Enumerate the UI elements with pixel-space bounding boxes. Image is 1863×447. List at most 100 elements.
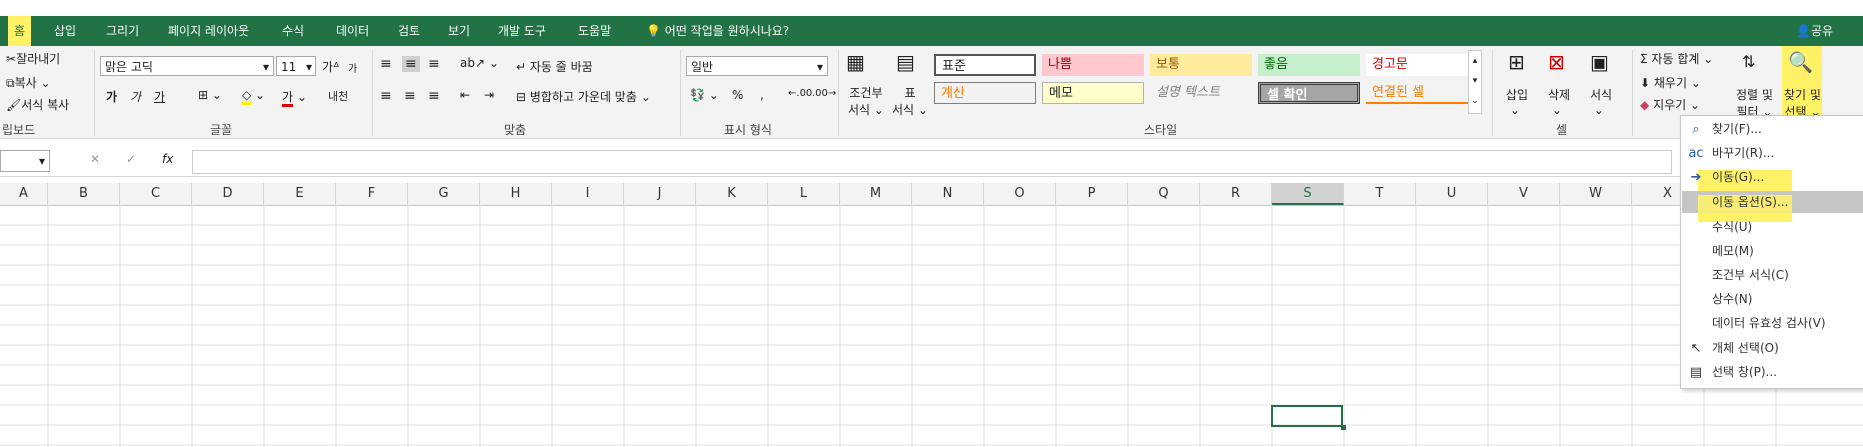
menu-item-conditional-formatting[interactable]: 조건부 서식(C) [1712,264,1789,286]
comma-button[interactable]: , [760,88,764,102]
tab-insert[interactable]: 삽입 [48,16,82,46]
style-warning[interactable]: 경고문 [1366,54,1468,76]
column-header-l[interactable]: L [768,183,840,205]
column-header-w[interactable]: W [1560,183,1632,205]
fill-button[interactable]: ⬇ 채우기 ⌄ [1640,74,1701,91]
style-bad[interactable]: 나쁨 [1042,54,1144,76]
style-check-cell[interactable]: 셀 확인 [1258,82,1360,104]
decrease-decimal-button[interactable]: .00→ [812,88,836,99]
menu-item-select-objects[interactable]: 개체 선택(O) [1712,337,1779,359]
menu-item-selection-pane[interactable]: 선택 창(P)... [1712,361,1777,383]
column-header-g[interactable]: G [408,183,480,205]
align-top-button[interactable]: ≡ [380,56,392,72]
column-header-k[interactable]: K [696,183,768,205]
menu-item-goto-special[interactable]: 이동 옵션(S)... [1712,191,1788,213]
font-color-button[interactable]: 가 ⌄ [282,88,307,107]
column-header-v[interactable]: V [1488,183,1560,205]
grow-font-button[interactable]: 가ᐞ [322,58,340,75]
delete-cells-button[interactable]: 삭제 ⌄ [1548,86,1570,117]
menu-item-replace[interactable]: 바꾸기(R)... [1712,142,1774,164]
phonetic-button[interactable]: 내천 [328,88,348,104]
column-header-a[interactable]: A [0,183,48,205]
decrease-indent-button[interactable]: ⇤ [460,88,470,102]
column-header-f[interactable]: F [336,183,408,205]
column-header-r[interactable]: R [1200,183,1272,205]
increase-indent-button[interactable]: ⇥ [484,88,494,102]
tab-page-layout[interactable]: 페이지 레이아웃 [162,16,255,46]
style-neutral[interactable]: 보통 [1150,54,1252,76]
column-header-m[interactable]: M [840,183,912,205]
menu-item-formulas[interactable]: 수식(U) [1712,216,1752,238]
shrink-font-button[interactable]: 가 [348,60,357,75]
percent-button[interactable]: % [732,88,743,102]
name-box[interactable]: ▾ [0,150,50,172]
copy-button[interactable]: ⧉복사 ⌄ [6,74,51,91]
autosum-button[interactable]: Σ 자동 합계 ⌄ [1640,50,1713,67]
menu-item-comments[interactable]: 메모(M) [1712,240,1754,262]
tab-help[interactable]: 도움말 [572,16,617,46]
tab-review[interactable]: 검토 [392,16,426,46]
font-size-select[interactable]: 11 ▾ [276,56,316,76]
cut-button[interactable]: ✂잘라내기 [6,50,60,67]
column-header-p[interactable]: P [1056,183,1128,205]
align-center-button[interactable]: ≡ [404,88,416,104]
font-name-select[interactable]: 맑은 고딕 ▾ [100,56,274,76]
menu-item-find[interactable]: 찾기(F)... [1712,118,1762,140]
formula-input[interactable] [192,150,1672,174]
menu-item-constants[interactable]: 상수(N) [1712,288,1752,310]
style-explanatory[interactable]: 설명 텍스트 [1150,82,1252,104]
format-as-table-button[interactable]: 표 서식 ⌄ [892,84,928,118]
tab-data[interactable]: 데이터 [330,16,375,46]
share-button[interactable]: 👤공유 [1790,16,1839,46]
align-bottom-button[interactable]: ≡ [428,56,440,72]
column-header-h[interactable]: H [480,183,552,205]
bold-button[interactable]: 가 [106,88,117,105]
style-linked-cell[interactable]: 연결된 셀 [1366,82,1468,104]
accounting-format-button[interactable]: 💱 ⌄ [690,88,719,102]
underline-button[interactable]: 가 [154,88,165,105]
tab-home[interactable]: 홈 [8,16,32,46]
menu-item-data-validation[interactable]: 데이터 유효성 검사(V) [1712,312,1826,334]
column-header-n[interactable]: N [912,183,984,205]
tab-view[interactable]: 보기 [442,16,476,46]
styles-scroll[interactable]: ▴ ▾ ⌄ [1468,50,1482,114]
wrap-text-button[interactable]: ↵ 자동 줄 바꿈 [516,58,593,75]
column-header-e[interactable]: E [264,183,336,205]
insert-cells-button[interactable]: 삽입 ⌄ [1506,86,1528,117]
conditional-format-button[interactable]: 조건부 서식 ⌄ [848,84,884,118]
clear-button[interactable]: ◆ 지우기 ⌄ [1640,96,1700,113]
format-painter-button[interactable]: 🖌서식 복사 [6,96,69,113]
column-header-i[interactable]: I [552,183,624,205]
column-header-j[interactable]: J [624,183,696,205]
active-cell[interactable] [1271,405,1343,427]
merge-center-button[interactable]: ⊟ 병합하고 가운데 맞춤 ⌄ [516,88,651,105]
worksheet-grid[interactable] [0,205,1863,447]
column-header-c[interactable]: C [120,183,192,205]
fill-color-button[interactable]: ◇ ⌄ [242,88,265,105]
column-header-u[interactable]: U [1416,183,1488,205]
format-cells-button[interactable]: 서식 ⌄ [1590,86,1612,117]
column-header-q[interactable]: Q [1128,183,1200,205]
italic-button[interactable]: 가 [130,88,141,105]
increase-decimal-button[interactable]: ←.00 [788,88,812,99]
border-button[interactable]: ⊞ ⌄ [198,88,222,102]
tab-draw[interactable]: 그리기 [100,16,145,46]
cancel-formula-icon[interactable]: ✕ [90,152,100,166]
align-left-button[interactable]: ≡ [380,88,392,104]
number-format-select[interactable]: 일반 ▾ [686,56,828,76]
insert-function-button[interactable]: fx [162,152,173,166]
align-right-button[interactable]: ≡ [428,88,440,104]
column-header-t[interactable]: T [1344,183,1416,205]
align-middle-button[interactable]: ≡ [402,56,420,72]
column-header-o[interactable]: O [984,183,1056,205]
tell-me-box[interactable]: 💡 어떤 작업을 원하시나요? [640,16,795,46]
orientation-button[interactable]: ab↗ ⌄ [460,56,499,70]
column-header-b[interactable]: B [48,183,120,205]
column-header-s[interactable]: S [1272,183,1344,205]
confirm-formula-icon[interactable]: ✓ [126,152,136,166]
style-good[interactable]: 좋음 [1258,54,1360,76]
column-header-d[interactable]: D [192,183,264,205]
style-normal[interactable]: 표준 [934,54,1036,76]
fill-handle[interactable] [1341,425,1346,430]
style-note[interactable]: 메모 [1042,82,1144,104]
